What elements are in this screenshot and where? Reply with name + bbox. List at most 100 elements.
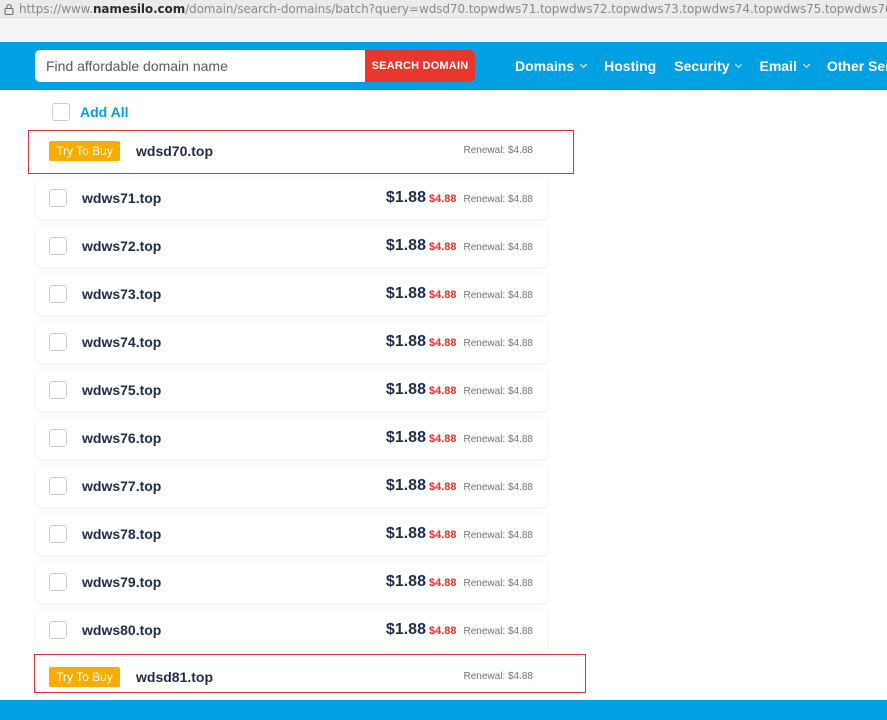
price-group: $1.88 $4.88 Renewal: $4.88 [386,477,533,495]
sale-price: $1.88 [385,237,426,254]
domain-name: wdws73.top [82,286,162,302]
domain-checkbox[interactable] [49,573,67,591]
domain-row[interactable]: wdws72.top $1.88 $4.88 Renewal: $4.88 [36,225,547,267]
sale-price: $1.88 [385,333,426,350]
sale-price: $1.88 [385,285,426,302]
domain-name: wdws77.top [82,478,162,494]
domain-checkbox[interactable] [49,477,67,495]
price-group: $1.88 $4.88 Renewal: $4.88 [386,525,533,543]
nav-links: Domains Hosting Security Email Other Ser… [515,42,887,90]
lock-icon [4,4,14,15]
original-price: $4.88 [428,529,457,541]
footer-bar [0,700,887,720]
domain-checkbox[interactable] [49,189,67,207]
nav-security[interactable]: Security [674,58,743,74]
sale-price: $1.88 [385,477,426,494]
price-group: $1.88 $4.88 Renewal: $4.88 [386,285,533,303]
domain-name: wdsd81.top [136,669,214,685]
price-group: $1.88 $4.88 Renewal: $4.88 [386,429,533,447]
domain-name: wdws76.top [82,430,162,446]
nav-hosting-label: Hosting [604,58,657,74]
original-price: $4.88 [428,289,457,301]
domain-name: wdws80.top [82,622,162,638]
price-group: $1.88 $4.88 Renewal: $4.88 [386,333,533,351]
original-price: $4.88 [428,385,457,397]
nav-domains[interactable]: Domains [515,58,588,74]
nav-email[interactable]: Email [759,58,810,74]
nav-other-services-label: Other Serv [826,58,887,74]
add-all-row: Add All [52,103,128,121]
domain-row[interactable]: wdws71.top $1.88 $4.88 Renewal: $4.88 [36,177,547,219]
domain-row[interactable]: wdws78.top $1.88 $4.88 Renewal: $4.88 [36,513,547,555]
nav-domains-label: Domains [515,58,575,74]
renewal-price: Renewal: $4.88 [463,434,534,445]
domain-checkbox[interactable] [49,525,67,543]
domain-row[interactable]: wdws76.top $1.88 $4.88 Renewal: $4.88 [36,417,547,459]
domain-name: wdws74.top [82,334,162,350]
renewal-price: Renewal: $4.88 [463,386,534,397]
add-all-link[interactable]: Add All [80,104,128,120]
url-path: /domain/search-domains/batch?query=wdsd7… [185,2,887,16]
renewal-price: Renewal: $4.88 [463,338,534,349]
renewal-price: Renewal: $4.88 [463,578,534,589]
url-prefix: https://www. [19,2,93,16]
url-text[interactable]: https://www.namesilo.com/domain/search-d… [19,2,887,16]
original-price: $4.88 [428,481,457,493]
renewal-price: Renewal: $4.88 [463,482,534,493]
page-top-gap [0,18,887,42]
domain-row-unavailable: Try To Buy wdsd70.top Renewal: $4.88 [36,130,547,172]
domain-name: wdws71.top [82,190,162,206]
original-price: $4.88 [428,241,457,253]
price-group: $1.88 $4.88 Renewal: $4.88 [386,237,533,255]
chevron-down-icon [802,60,810,69]
domain-checkbox[interactable] [49,333,67,351]
domain-row-unavailable: Try To Buy wdsd81.top Renewal: $4.88 [36,656,547,698]
sale-price: $1.88 [385,381,426,398]
domain-name: wdws75.top [82,382,162,398]
nav-hosting[interactable]: Hosting [604,58,656,74]
price-group: $1.88 $4.88 Renewal: $4.88 [386,381,533,399]
domain-checkbox[interactable] [49,381,67,399]
nav-other-services[interactable]: Other Serv [827,58,887,74]
renewal-price: Renewal: $4.88 [463,290,534,301]
search-domain-button[interactable]: SEARCH DOMAIN [365,50,475,82]
renewal-price: Renewal: $4.88 [463,671,534,682]
try-to-buy-button[interactable]: Try To Buy [49,667,120,687]
sale-price: $1.88 [385,573,426,590]
try-to-buy-button[interactable]: Try To Buy [49,141,120,161]
add-all-checkbox[interactable] [52,103,70,121]
domain-checkbox[interactable] [49,285,67,303]
nav-security-label: Security [674,58,730,74]
renewal-price: Renewal: $4.88 [463,145,534,156]
domain-row[interactable]: wdws79.top $1.88 $4.88 Renewal: $4.88 [36,561,547,603]
domain-search-input[interactable] [35,50,365,82]
domain-name: wdws79.top [82,574,162,590]
original-price: $4.88 [428,337,457,349]
renewal-price: Renewal: $4.88 [463,530,534,541]
domain-checkbox[interactable] [49,621,67,639]
chevron-down-icon [735,60,743,69]
url-host: namesilo.com [92,2,186,16]
price-group: $1.88 $4.88 Renewal: $4.88 [386,189,533,207]
sale-price: $1.88 [385,621,426,638]
domain-checkbox[interactable] [49,429,67,447]
domain-checkbox[interactable] [49,237,67,255]
domain-row[interactable]: wdws80.top $1.88 $4.88 Renewal: $4.88 [36,609,547,651]
browser-address-bar[interactable]: https://www.namesilo.com/domain/search-d… [0,0,887,18]
domain-row[interactable]: wdws75.top $1.88 $4.88 Renewal: $4.88 [36,369,547,411]
sale-price: $1.88 [385,525,426,542]
nav-email-label: Email [759,58,797,74]
original-price: $4.88 [428,625,457,637]
domain-row[interactable]: wdws74.top $1.88 $4.88 Renewal: $4.88 [36,321,547,363]
renewal-price: Renewal: $4.88 [463,242,534,253]
top-navigation: SEARCH DOMAIN Domains Hosting Security E… [0,42,887,90]
domain-row[interactable]: wdws73.top $1.88 $4.88 Renewal: $4.88 [36,273,547,315]
domain-row[interactable]: wdws77.top $1.88 $4.88 Renewal: $4.88 [36,465,547,507]
original-price: $4.88 [428,577,457,589]
price-group: $1.88 $4.88 Renewal: $4.88 [386,573,533,591]
chevron-down-icon [580,60,588,69]
domain-name: wdws78.top [82,526,162,542]
original-price: $4.88 [428,433,457,445]
renewal-price: Renewal: $4.88 [463,626,534,637]
domain-name: wdws72.top [82,238,162,254]
